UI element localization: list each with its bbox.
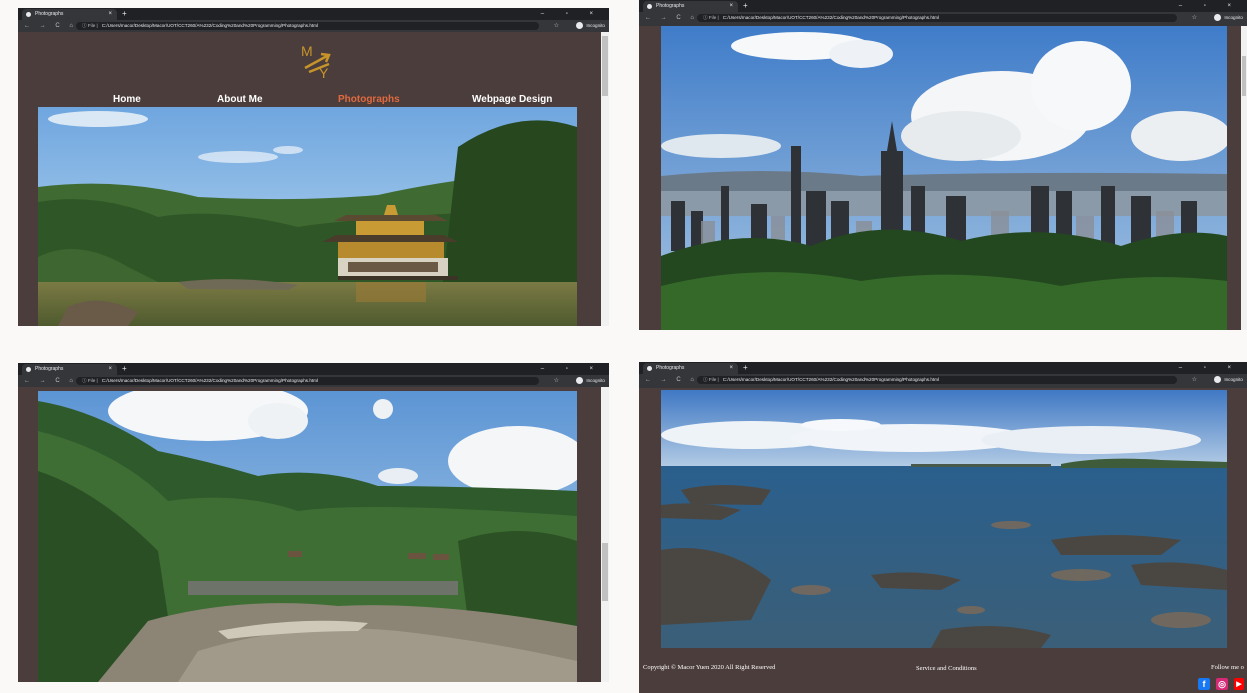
- incognito-label: Incognito: [1224, 15, 1243, 20]
- incognito-icon: [576, 377, 584, 385]
- address-bar: ← → C ⌂ ⓘ File | C:/Users/macor/Desktop/M…: [18, 375, 609, 387]
- scrollbar-thumb[interactable]: [602, 36, 608, 96]
- tab-bar: Photographs × + – ▫ ×: [639, 362, 1247, 374]
- footer-follow: Follow me o: [1211, 664, 1244, 671]
- footer-service-link[interactable]: Service and Conditions: [916, 665, 977, 672]
- url-label: ⓘ File |: [82, 23, 98, 28]
- globe-icon: [26, 12, 31, 17]
- window-controls[interactable]: – ▫ ×: [541, 8, 603, 20]
- nav-webpage-design[interactable]: Webpage Design: [472, 94, 552, 105]
- bookmark-star-icon[interactable]: ☆: [554, 375, 559, 387]
- url-field[interactable]: ⓘ File | C:/Users/macor/Desktop/Macor/UOT…: [697, 14, 1177, 22]
- url-label: ⓘ File |: [82, 378, 98, 383]
- url-label: ⓘ File |: [703, 377, 719, 382]
- tab-title: Photographs: [35, 366, 64, 372]
- bookmark-star-icon[interactable]: ☆: [1192, 374, 1197, 386]
- scrollbar-thumb[interactable]: [1242, 56, 1246, 96]
- close-tab-icon[interactable]: ×: [729, 1, 733, 12]
- new-tab-button[interactable]: +: [743, 362, 748, 374]
- scrollbar[interactable]: [1241, 26, 1247, 330]
- address-bar: ← → C ⌂ ⓘ File | C:/Users/macor/Desktop/M…: [18, 20, 609, 32]
- new-tab-button[interactable]: +: [122, 363, 127, 375]
- browser-window-hongkong: Photographs × + – ▫ × ← → C ⌂ ⓘ File | C:/…: [639, 0, 1247, 330]
- globe-icon: [647, 366, 652, 371]
- nav-photographs[interactable]: Photographs: [338, 94, 400, 105]
- url-text: C:/Users/macor/Desktop/Macor/UOT/CCT260/…: [722, 377, 940, 382]
- scrollbar-thumb[interactable]: [602, 543, 608, 601]
- navigation-buttons[interactable]: ← → C ⌂: [645, 374, 698, 386]
- site-logo[interactable]: M Y: [299, 42, 335, 80]
- new-tab-button[interactable]: +: [743, 0, 748, 12]
- incognito-icon: [576, 22, 584, 30]
- browser-chrome: Photographs × + – ▫ × ← → C ⌂ ⓘ File | C:/…: [639, 0, 1247, 26]
- incognito-badge[interactable]: Incognito: [1214, 374, 1243, 386]
- new-tab-button[interactable]: +: [122, 8, 127, 20]
- footer-copyright: Copyright © Macor Yuen 2020 All Right Re…: [643, 664, 776, 671]
- browser-window-temple: Photographs × + – ▫ × ← → C ⌂ ⓘ File | C:/…: [18, 8, 609, 326]
- instagram-icon[interactable]: ◎: [1216, 678, 1228, 690]
- photo-hong-kong-skyline: [661, 26, 1227, 330]
- photo-mountain-river: [38, 391, 577, 682]
- nav-about-me[interactable]: About Me: [217, 94, 263, 105]
- url-label: ⓘ File |: [703, 15, 719, 20]
- tab-title: Photographs: [35, 11, 64, 17]
- incognito-label: Incognito: [1224, 377, 1243, 382]
- browser-chrome: Photographs × + – ▫ × ← → C ⌂ ⓘ File | C:/…: [639, 362, 1247, 388]
- globe-icon: [647, 4, 652, 9]
- globe-icon: [26, 367, 31, 372]
- browser-window-coast: Photographs × + – ▫ × ← → C ⌂ ⓘ File | C:/…: [639, 362, 1247, 693]
- tab-photographs[interactable]: Photographs ×: [22, 9, 117, 20]
- tab-bar: Photographs × + – ▫ ×: [18, 363, 609, 375]
- browser-chrome: Photographs × + – ▫ × ← → C ⌂ ⓘ File | C:/…: [18, 363, 609, 387]
- window-controls[interactable]: – ▫ ×: [1179, 362, 1241, 374]
- incognito-icon: [1214, 376, 1222, 384]
- close-tab-icon[interactable]: ×: [729, 363, 733, 374]
- browser-chrome: Photographs × + – ▫ × ← → C ⌂ ⓘ File | C:/…: [18, 8, 609, 32]
- tab-photographs[interactable]: Photographs ×: [22, 364, 117, 375]
- tab-title: Photographs: [656, 3, 685, 9]
- navigation-buttons[interactable]: ← → C ⌂: [24, 375, 77, 387]
- navigation-buttons[interactable]: ← → C ⌂: [24, 20, 77, 32]
- url-field[interactable]: ⓘ File | C:/Users/macor/Desktop/Macor/UOT…: [697, 376, 1177, 384]
- incognito-badge[interactable]: Incognito: [576, 20, 605, 32]
- navigation-buttons[interactable]: ← → C ⌂: [645, 12, 698, 24]
- logo-letter-m: M: [301, 43, 313, 59]
- main-navigation: Home About Me Photographs Webpage Design: [18, 94, 601, 108]
- close-tab-icon[interactable]: ×: [108, 364, 112, 375]
- bookmark-star-icon[interactable]: ☆: [1192, 12, 1197, 24]
- url-text: C:/Users/macor/Desktop/Macor/UOT/CCT260/…: [101, 23, 319, 28]
- browser-window-river: Photographs × + – ▫ × ← → C ⌂ ⓘ File | C:/…: [18, 363, 609, 682]
- youtube-icon[interactable]: ▶: [1234, 678, 1244, 690]
- tab-bar: Photographs × + – ▫ ×: [18, 8, 609, 20]
- tab-photographs[interactable]: Photographs ×: [643, 363, 738, 374]
- window-controls[interactable]: – ▫ ×: [1179, 0, 1241, 12]
- address-bar: ← → C ⌂ ⓘ File | C:/Users/macor/Desktop/M…: [639, 12, 1247, 26]
- tab-title: Photographs: [656, 365, 685, 371]
- scrollbar[interactable]: [601, 32, 609, 326]
- nav-home[interactable]: Home: [113, 94, 141, 105]
- address-bar: ← → C ⌂ ⓘ File | C:/Users/macor/Desktop/M…: [639, 374, 1247, 388]
- photo-golden-pavilion: [38, 107, 577, 326]
- close-tab-icon[interactable]: ×: [108, 9, 112, 20]
- facebook-icon[interactable]: f: [1198, 678, 1210, 690]
- incognito-badge[interactable]: Incognito: [1214, 12, 1243, 24]
- scrollbar[interactable]: [601, 387, 609, 682]
- incognito-badge[interactable]: Incognito: [576, 375, 605, 387]
- url-text: C:/Users/macor/Desktop/Macor/UOT/CCT260/…: [722, 15, 940, 20]
- bookmark-star-icon[interactable]: ☆: [554, 20, 559, 32]
- incognito-label: Incognito: [586, 23, 605, 28]
- photo-rocky-coast: [661, 390, 1227, 648]
- url-text: C:/Users/macor/Desktop/Macor/UOT/CCT260/…: [101, 378, 319, 383]
- window-controls[interactable]: – ▫ ×: [541, 363, 603, 375]
- url-field[interactable]: ⓘ File | C:/Users/macor/Desktop/Macor/UOT…: [76, 22, 539, 30]
- tab-bar: Photographs × + – ▫ ×: [639, 0, 1247, 12]
- url-field[interactable]: ⓘ File | C:/Users/macor/Desktop/Macor/UOT…: [76, 377, 539, 385]
- incognito-icon: [1214, 14, 1222, 22]
- incognito-label: Incognito: [586, 378, 605, 383]
- tab-photographs[interactable]: Photographs ×: [643, 1, 738, 12]
